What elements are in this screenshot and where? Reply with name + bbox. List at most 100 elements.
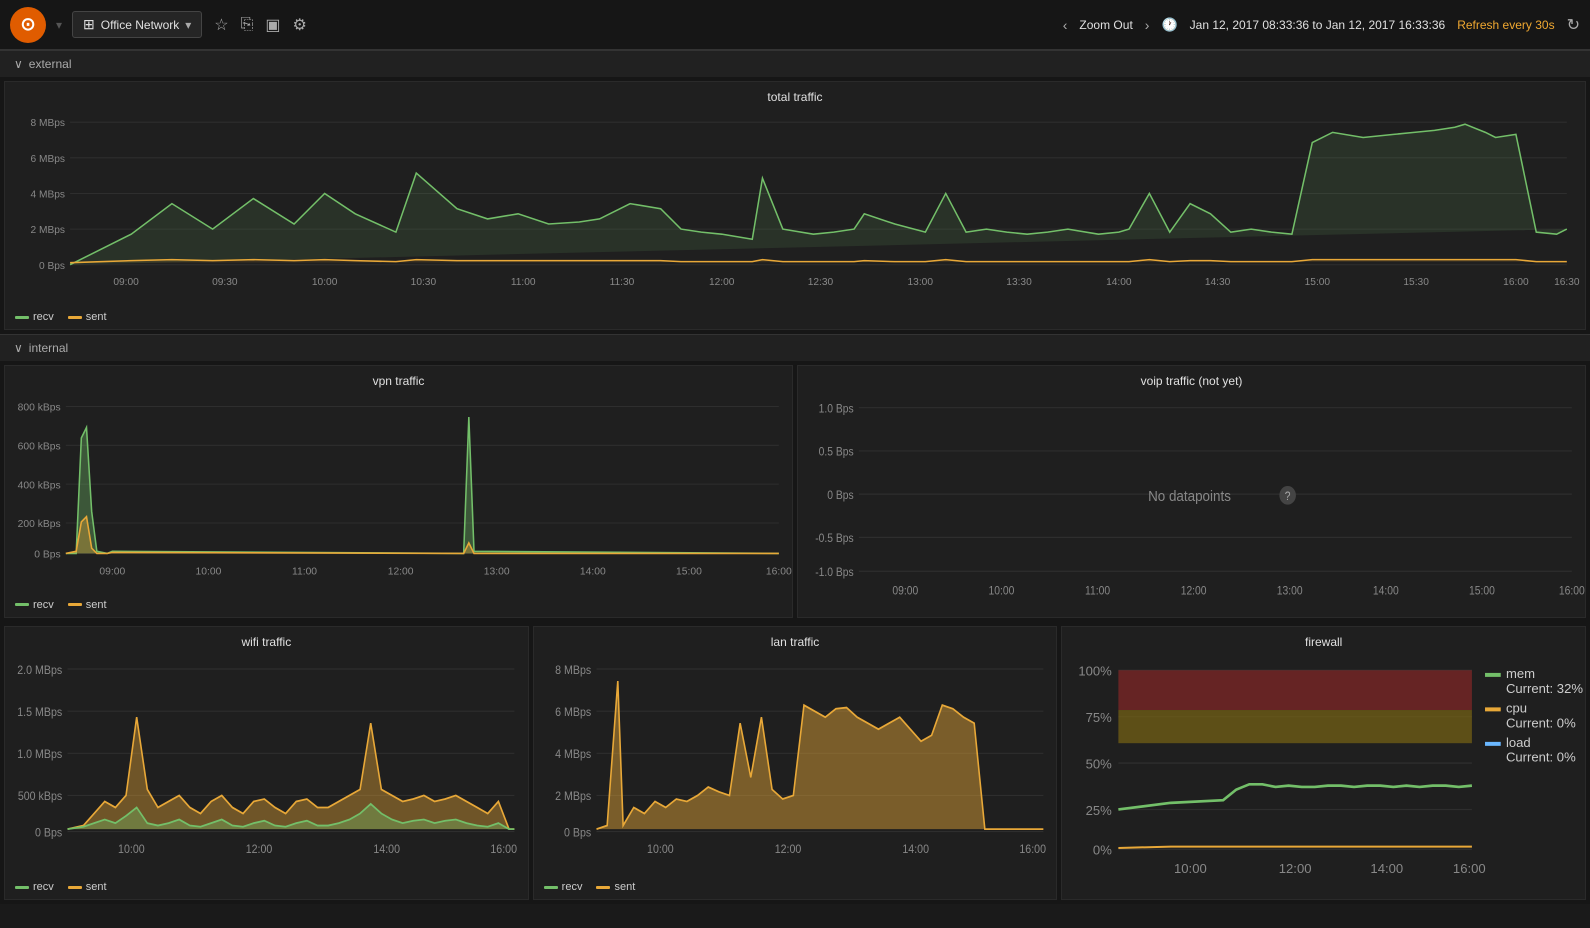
svg-text:11:30: 11:30	[610, 277, 635, 288]
topnav-right: ‹ Zoom Out › 🕐 Jan 12, 2017 08:33:36 to …	[1063, 15, 1580, 35]
prev-time-arrow[interactable]: ‹	[1063, 17, 1068, 33]
star-icon[interactable]: ☆	[214, 15, 228, 35]
svg-text:16:00: 16:00	[1453, 861, 1486, 876]
svg-text:10:30: 10:30	[411, 277, 437, 288]
svg-text:12:00: 12:00	[246, 843, 273, 856]
svg-text:100%: 100%	[1079, 663, 1113, 678]
svg-text:600 kBps: 600 kBps	[18, 442, 61, 453]
lan-legend-recv: recv	[544, 881, 583, 893]
refresh-interval-label[interactable]: Refresh every 30s	[1457, 18, 1554, 32]
svg-text:09:00: 09:00	[113, 277, 139, 288]
svg-text:13:30: 13:30	[1006, 277, 1032, 288]
svg-text:14:00: 14:00	[1373, 585, 1399, 598]
lan-traffic-chart: 8 MBps 6 MBps 4 MBps 2 MBps 0 Bps 10:00 …	[538, 657, 1049, 874]
section-internal-label: internal	[29, 341, 68, 355]
svg-text:16:30: 16:30	[1554, 277, 1580, 288]
legend-recv-label: recv	[33, 311, 54, 323]
chevron-down-icon-internal: ∨	[14, 341, 23, 355]
svg-text:?: ?	[1285, 491, 1291, 504]
svg-text:0 Bps: 0 Bps	[564, 826, 592, 839]
svg-text:12:00: 12:00	[388, 567, 414, 578]
svg-text:12:00: 12:00	[709, 277, 735, 288]
wifi-legend-sent: sent	[68, 881, 107, 893]
dashboard-title-button[interactable]: ⊞ Office Network ▾	[72, 11, 202, 38]
svg-text:16:00: 16:00	[766, 567, 792, 578]
wifi-legend-recv-label: recv	[33, 881, 54, 893]
grafana-logo[interactable]: ⊙	[10, 7, 46, 43]
zoom-out-button[interactable]: Zoom Out	[1079, 18, 1132, 32]
vpn-legend-sent-label: sent	[86, 599, 107, 611]
vpn-voip-row: vpn traffic 800 kBps 600 kBps 400 kBps 2…	[0, 361, 1590, 621]
svg-text:13:00: 13:00	[1277, 585, 1303, 598]
snapshot-icon[interactable]: ▣	[265, 15, 280, 35]
svg-text:14:00: 14:00	[580, 567, 606, 578]
next-time-arrow[interactable]: ›	[1145, 17, 1150, 33]
share-icon[interactable]: ⎘	[241, 16, 254, 34]
section-external[interactable]: ∨ external	[0, 50, 1590, 77]
vpn-legend: recv sent	[5, 595, 792, 617]
svg-text:10:00: 10:00	[118, 843, 145, 856]
svg-text:10:00: 10:00	[647, 843, 674, 856]
section-internal[interactable]: ∨ internal	[0, 334, 1590, 361]
svg-text:200 kBps: 200 kBps	[18, 519, 61, 530]
vpn-traffic-chart: 800 kBps 600 kBps 400 kBps 200 kBps 0 Bp…	[9, 396, 784, 590]
svg-text:1.0 MBps: 1.0 MBps	[17, 748, 62, 761]
svg-text:Current: 0%: Current: 0%	[1506, 715, 1576, 730]
svg-text:16:00: 16:00	[1559, 585, 1585, 598]
svg-text:75%: 75%	[1086, 709, 1112, 724]
svg-text:0 Bps: 0 Bps	[35, 826, 63, 839]
svg-text:13:00: 13:00	[484, 567, 510, 578]
svg-text:1.0 Bps: 1.0 Bps	[819, 403, 854, 416]
svg-text:cpu: cpu	[1506, 700, 1527, 715]
svg-text:400 kBps: 400 kBps	[18, 481, 61, 492]
svg-text:15:30: 15:30	[1403, 277, 1429, 288]
svg-text:16:00: 16:00	[1503, 277, 1529, 288]
wifi-traffic-title: wifi traffic	[5, 627, 528, 653]
settings-icon[interactable]: ⚙	[293, 15, 307, 35]
firewall-title: firewall	[1062, 627, 1585, 653]
svg-text:Current: 0%: Current: 0%	[1506, 749, 1576, 764]
svg-text:1.5 MBps: 1.5 MBps	[17, 706, 62, 719]
svg-text:10:00: 10:00	[1174, 861, 1207, 876]
svg-text:11:00: 11:00	[511, 277, 536, 288]
svg-text:16:00: 16:00	[490, 843, 517, 856]
svg-text:-0.5 Bps: -0.5 Bps	[815, 533, 854, 546]
svg-text:25%: 25%	[1086, 802, 1112, 817]
topnav: ⊙ ▾ ⊞ Office Network ▾ ☆ ⎘ ▣ ⚙ ‹ Zoom Ou…	[0, 0, 1590, 50]
svg-text:8 MBps: 8 MBps	[31, 118, 65, 129]
svg-text:14:00: 14:00	[1106, 277, 1132, 288]
svg-text:12:00: 12:00	[1181, 585, 1207, 598]
svg-text:0.5 Bps: 0.5 Bps	[819, 446, 854, 459]
svg-text:15:00: 15:00	[1305, 277, 1331, 288]
svg-text:12:00: 12:00	[1279, 861, 1312, 876]
panel-total-traffic: total traffic 8 MBps 6 MBps 4 MBps 2 MBp…	[4, 81, 1586, 330]
svg-text:2 MBps: 2 MBps	[555, 790, 591, 803]
svg-text:0 Bps: 0 Bps	[34, 550, 60, 561]
lan-legend-sent-label: sent	[614, 881, 635, 893]
svg-text:10:00: 10:00	[196, 567, 222, 578]
svg-text:load: load	[1506, 735, 1531, 750]
panel-lan-traffic: lan traffic 8 MBps 6 MBps 4 MBps 2 MBps …	[533, 626, 1058, 901]
section-external-label: external	[29, 57, 72, 71]
lan-legend: recv sent	[534, 877, 1057, 899]
svg-text:14:00: 14:00	[1371, 861, 1404, 876]
svg-text:12:30: 12:30	[808, 277, 834, 288]
svg-text:16:00: 16:00	[1019, 843, 1046, 856]
svg-text:09:30: 09:30	[212, 277, 238, 288]
dropdown-arrow-icon: ▾	[185, 18, 191, 32]
svg-text:No datapoints: No datapoints	[1148, 489, 1231, 506]
legend-recv: recv	[15, 311, 54, 323]
svg-text:6 MBps: 6 MBps	[31, 154, 65, 165]
svg-text:4 MBps: 4 MBps	[31, 190, 65, 201]
voip-traffic-chart: 1.0 Bps 0.5 Bps 0 Bps -0.5 Bps -1.0 Bps …	[802, 396, 1577, 612]
lan-legend-sent: sent	[596, 881, 635, 893]
refresh-icon[interactable]: ↻	[1567, 15, 1580, 35]
panel-voip-traffic: voip traffic (not yet) 1.0 Bps 0.5 Bps 0…	[797, 365, 1586, 617]
svg-text:10:00: 10:00	[312, 277, 338, 288]
panel-wifi-traffic: wifi traffic 2.0 MBps 1.5 MBps 1.0 MBps …	[4, 626, 529, 901]
svg-text:2 MBps: 2 MBps	[31, 225, 65, 236]
svg-text:0 Bps: 0 Bps	[827, 490, 854, 503]
total-traffic-legend: recv sent	[5, 307, 1585, 329]
svg-text:12:00: 12:00	[774, 843, 801, 856]
time-range-display[interactable]: Jan 12, 2017 08:33:36 to Jan 12, 2017 16…	[1190, 18, 1446, 32]
